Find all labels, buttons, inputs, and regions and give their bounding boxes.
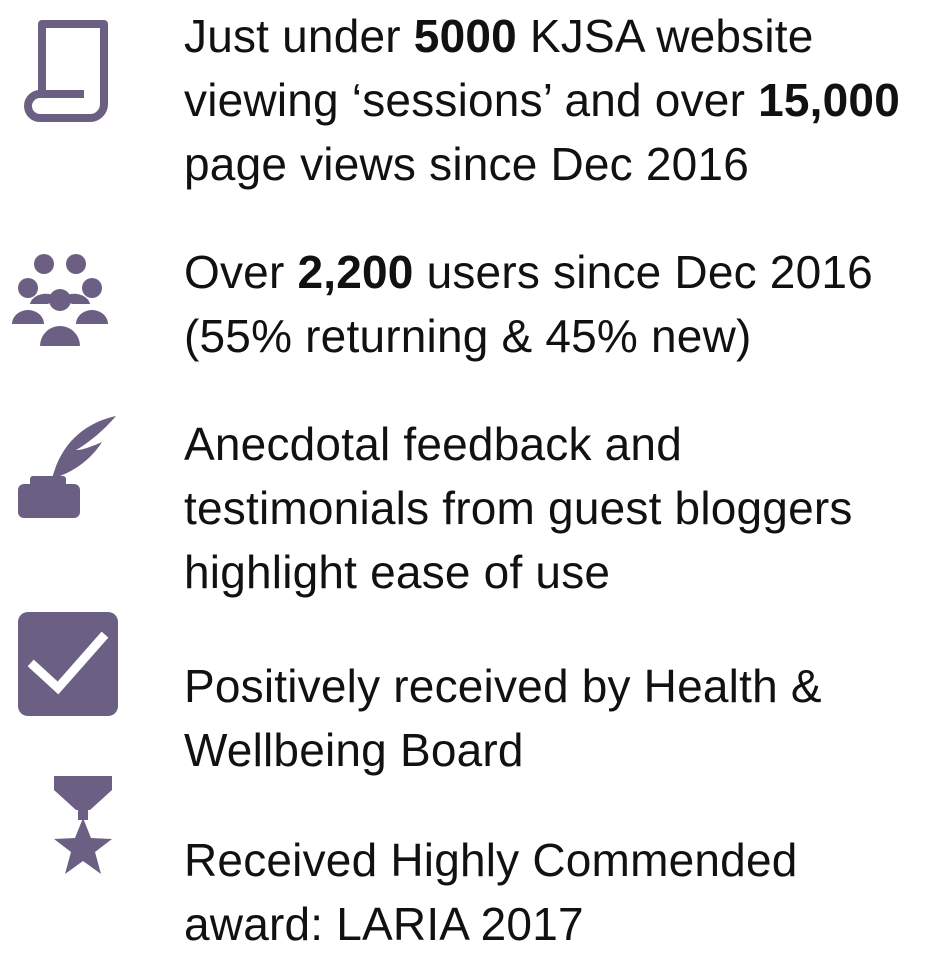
item-line: viewing ‘sessions’ and over 15,000	[184, 74, 900, 126]
item-line: Wellbeing Board	[184, 724, 524, 776]
item-line: page views since Dec 2016	[184, 138, 749, 190]
item-line: highlight ease of use	[184, 546, 611, 598]
medal-star-icon	[54, 776, 112, 874]
item-line: testimonials from guest bloggers	[184, 482, 853, 534]
item-line: Received Highly Commended	[184, 834, 798, 886]
users-group-icon	[12, 254, 108, 346]
item-line: Just under 5000 KJSA website	[184, 10, 814, 62]
item-line: Positively received by Health &	[184, 660, 822, 712]
quill-ink-icon	[18, 416, 116, 518]
item-line: Anecdotal feedback and	[184, 418, 683, 470]
item-line: (55% returning & 45% new)	[184, 310, 752, 362]
infographic-page: { "colors": { "icon": "#6b6083", "text":…	[0, 0, 936, 950]
scroll-icon	[24, 20, 108, 122]
item-line: award: LARIA 2017	[184, 898, 584, 950]
item-line: Over 2,200 users since Dec 2016	[184, 246, 873, 298]
checkbox-checked-icon	[18, 612, 118, 716]
